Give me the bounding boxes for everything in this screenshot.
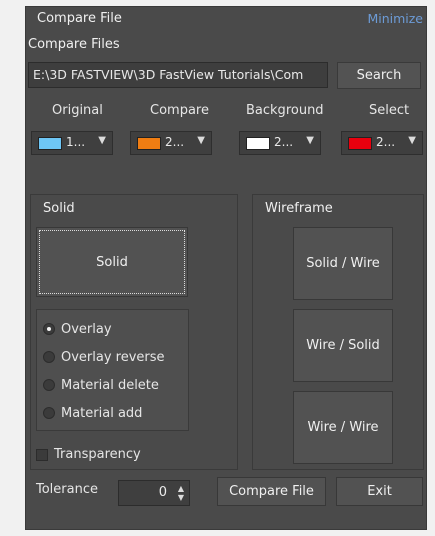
wireframe-group-title: Wireframe (265, 201, 333, 216)
chevron-down-icon: ▼ (98, 135, 106, 146)
material-delete-radio-label: Material delete (61, 377, 159, 393)
spin-up-icon[interactable]: ▲ (178, 485, 184, 493)
wire-wire-button[interactable]: Wire / Wire (293, 391, 393, 464)
solid-mode-radio-group: Overlay Overlay reverse Material delete … (36, 309, 189, 431)
select-color-select[interactable]: 2... ▼ (341, 131, 423, 155)
original-color-swatch (38, 137, 62, 150)
spin-down-icon[interactable]: ▼ (178, 494, 184, 502)
checkbox-icon (36, 448, 48, 461)
original-color-label: Original (52, 103, 103, 118)
chevron-down-icon: ▼ (306, 135, 314, 146)
background-color-select[interactable]: 2... ▼ (239, 131, 321, 155)
exit-button[interactable]: Exit (336, 477, 423, 506)
original-color-value: 1... (66, 135, 86, 149)
window-title: Compare File (37, 11, 122, 26)
compare-file-button[interactable]: Compare File (217, 477, 326, 506)
chevron-down-icon: ▼ (197, 135, 205, 146)
tolerance-label: Tolerance (36, 482, 98, 497)
overlay-radio[interactable]: Overlay (43, 320, 112, 338)
select-color-swatch (348, 137, 372, 150)
solid-button[interactable]: Solid (36, 227, 188, 297)
transparency-label: Transparency (54, 447, 141, 462)
solid-group-title: Solid (43, 201, 75, 216)
compare-files-label: Compare Files (28, 37, 120, 52)
compare-color-select[interactable]: 2... ▼ (130, 131, 212, 155)
compare-file-panel: Compare File Minimize Compare Files E:\3… (25, 6, 427, 530)
radio-icon (43, 407, 55, 419)
file-path-input[interactable]: E:\3D FASTVIEW\3D FastView Tutorials\Com (28, 62, 328, 88)
transparency-checkbox[interactable]: Transparency (36, 447, 141, 462)
material-delete-radio[interactable]: Material delete (43, 376, 159, 394)
radio-icon (43, 351, 55, 363)
title-bar: Compare File Minimize (26, 7, 426, 31)
tolerance-value: 0 (158, 485, 167, 500)
background-color-swatch (246, 137, 270, 150)
wire-solid-button[interactable]: Wire / Solid (293, 309, 393, 382)
select-color-label: Select (369, 103, 410, 118)
compare-color-swatch (137, 137, 161, 150)
background-color-value: 2... (274, 135, 294, 149)
solid-wire-button[interactable]: Solid / Wire (293, 227, 393, 300)
original-color-select[interactable]: 1... ▼ (31, 131, 113, 155)
compare-color-label: Compare (150, 103, 209, 118)
material-add-radio[interactable]: Material add (43, 404, 142, 422)
search-button[interactable]: Search (337, 62, 421, 89)
minimize-link[interactable]: Minimize (367, 11, 423, 26)
radio-icon (43, 379, 55, 391)
background-color-label: Background (246, 103, 324, 118)
chevron-down-icon: ▼ (408, 135, 416, 146)
radio-checked-icon (43, 323, 55, 335)
tolerance-spinbox[interactable]: 0 ▲ ▼ (118, 480, 190, 506)
overlay-radio-label: Overlay (61, 321, 112, 337)
material-add-radio-label: Material add (61, 405, 143, 421)
select-color-value: 2... (376, 135, 396, 149)
overlay-reverse-radio-label: Overlay reverse (61, 349, 165, 365)
compare-color-value: 2... (165, 135, 185, 149)
overlay-reverse-radio[interactable]: Overlay reverse (43, 348, 165, 366)
